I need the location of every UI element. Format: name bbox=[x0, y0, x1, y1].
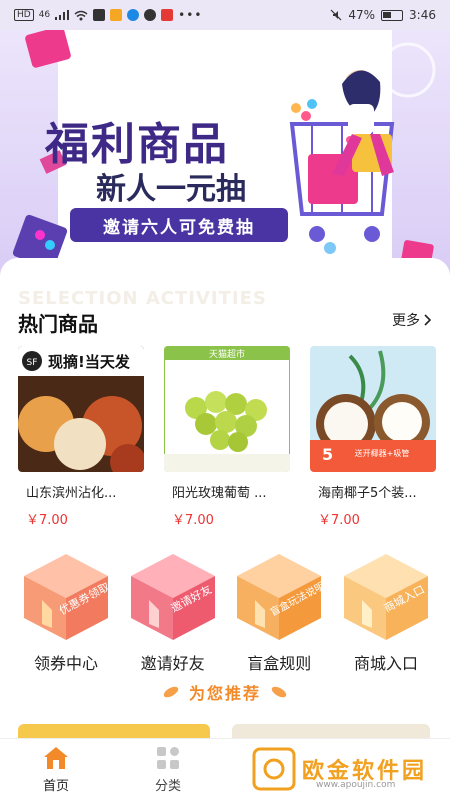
product-price: ￥7.00 bbox=[172, 513, 214, 528]
banner-subtitle: 新人一元抽 bbox=[96, 172, 246, 207]
clock: 3:46 bbox=[409, 8, 436, 22]
svg-text:5: 5 bbox=[322, 445, 333, 464]
entry-label: 邀请好友 bbox=[140, 654, 205, 673]
entry-invite-friends[interactable]: 邀请好友 邀请好友 bbox=[123, 548, 223, 674]
app-icon-1 bbox=[93, 9, 106, 21]
product-name: 山东滨州沾化... bbox=[26, 486, 117, 501]
tab-label: 首页 bbox=[42, 779, 69, 794]
invite-cta-button[interactable]: 邀请六人可免费抽 bbox=[70, 208, 288, 242]
app-icon-5 bbox=[161, 9, 174, 21]
banner-title: 福利商品 bbox=[45, 119, 229, 170]
hd-icon: HD bbox=[14, 9, 34, 21]
entry-mall[interactable]: 商城入口 商城入口 bbox=[336, 548, 436, 674]
watermark-logo bbox=[252, 747, 296, 791]
recommend-card-left[interactable] bbox=[18, 724, 210, 738]
more-dots-icon: ••• bbox=[178, 8, 203, 22]
mall-box-icon: 商城入口 bbox=[343, 554, 428, 640]
category-icon bbox=[157, 747, 179, 769]
mute-icon bbox=[330, 9, 342, 21]
tab-label: 分类 bbox=[154, 779, 181, 794]
product-price: ￥7.00 bbox=[318, 513, 360, 528]
section-title: 热门商品 bbox=[18, 312, 98, 336]
recommend-card-right[interactable] bbox=[232, 724, 430, 738]
product-card[interactable]: 送开椰器+吸管 5 海南椰子5个装... ￥7.00 bbox=[310, 346, 436, 528]
rules-box-icon: 盲盒玩法说明 bbox=[237, 554, 327, 640]
signal-label: 46 bbox=[38, 10, 51, 20]
tab-home[interactable]: 首页 bbox=[0, 739, 112, 800]
app-icon-3 bbox=[127, 9, 140, 21]
product-list: SF 现摘!当天发 山东滨州沾化... ￥7.00 天猫超市 阳光玫瑰葡萄 ..… bbox=[18, 346, 438, 528]
shopper-illustration bbox=[289, 70, 395, 242]
product-price: ￥7.00 bbox=[26, 513, 68, 528]
entry-label: 商城入口 bbox=[353, 654, 418, 673]
battery-percent: 47% bbox=[348, 8, 376, 22]
chevron-right-icon bbox=[424, 314, 432, 326]
section-ghost-text: SELECTION ACTIVITIES bbox=[18, 288, 267, 309]
product-image: 天猫超市 bbox=[164, 346, 290, 472]
product-name: 海南椰子5个装... bbox=[318, 486, 417, 501]
content-panel: SELECTION ACTIVITIES 热门商品 更多 SF 现摘!当天发 山… bbox=[0, 258, 450, 738]
entry-coupon-center[interactable]: 优惠券领取 领券中心 bbox=[16, 548, 116, 674]
battery-icon bbox=[381, 9, 404, 21]
product-card[interactable]: 天猫超市 阳光玫瑰葡萄 ... ￥7.00 bbox=[164, 346, 290, 528]
product-name: 阳光玫瑰葡萄 ... bbox=[172, 486, 267, 501]
recommend-header: 为您推荐 bbox=[0, 680, 450, 704]
app-icon-2 bbox=[110, 9, 123, 21]
invite-box-icon: 邀请好友 bbox=[130, 554, 215, 640]
product-card[interactable]: SF 现摘!当天发 山东滨州沾化... ￥7.00 bbox=[18, 346, 144, 528]
product-badge: 送开椰器+吸管 bbox=[355, 448, 410, 458]
coupon-box-icon: 优惠券领取 bbox=[24, 554, 112, 640]
promo-banner[interactable]: 福利商品 新人一元抽 邀请六人可免费抽 bbox=[0, 30, 450, 280]
app-icon-4 bbox=[144, 9, 157, 21]
entry-label: 盲盒规则 bbox=[247, 654, 312, 673]
status-left: HD 46 ••• bbox=[14, 8, 202, 22]
product-badge: 天猫超市 bbox=[209, 348, 245, 360]
more-label: 更多 bbox=[392, 313, 420, 329]
product-image: SF 现摘!当天发 bbox=[18, 346, 144, 472]
status-bar: HD 46 ••• 47% 3:46 bbox=[0, 0, 450, 30]
entry-grid: 优惠券领取 领券中心 邀请好友 邀请好友 盲盒玩法说明 盲盒规则 商城入口 商城… bbox=[16, 548, 436, 674]
product-image: 送开椰器+吸管 5 bbox=[310, 346, 436, 472]
leaf-right-icon bbox=[270, 684, 288, 700]
svg-text:SF: SF bbox=[27, 358, 38, 368]
more-link[interactable]: 更多 bbox=[392, 310, 432, 330]
signal-icon bbox=[55, 10, 70, 20]
leaf-left-icon bbox=[162, 684, 180, 700]
entry-blindbox-rules[interactable]: 盲盒玩法说明 盲盒规则 bbox=[229, 548, 329, 674]
status-right: 47% 3:46 bbox=[330, 8, 436, 22]
site-watermark: 欧金软件园 www.apoujin.com bbox=[252, 742, 446, 796]
home-icon bbox=[44, 747, 68, 769]
product-badge: 现摘!当天发 bbox=[48, 353, 131, 371]
tab-category[interactable]: 分类 bbox=[112, 739, 224, 800]
entry-label: 领券中心 bbox=[33, 654, 98, 673]
wifi-icon bbox=[74, 10, 88, 20]
watermark-url: www.apoujin.com bbox=[316, 780, 396, 790]
recommend-title: 为您推荐 bbox=[188, 684, 261, 703]
